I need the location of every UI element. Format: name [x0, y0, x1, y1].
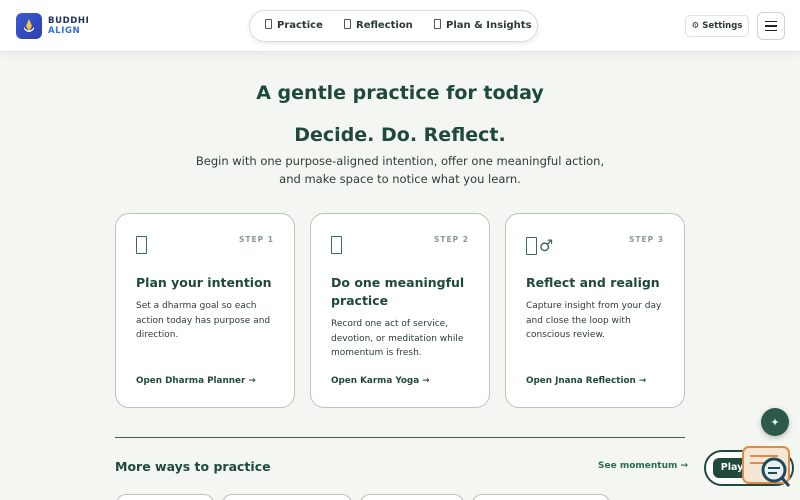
see-momentum-link[interactable]: See momentum →: [598, 461, 688, 471]
step-label: STEP 3: [629, 235, 664, 244]
practice-chip[interactable]: [222, 494, 352, 500]
step-description: Record one act of service, devotion, or …: [331, 319, 464, 358]
open-dharma-planner-link[interactable]: Open Dharma Planner →: [136, 376, 256, 386]
step-title: Reflect and realign: [526, 275, 660, 290]
hamburger-line: [765, 25, 777, 27]
sparkle-icon: ✦: [770, 415, 780, 429]
step-card-plan: STEP 1 Plan your intention Set a dharma …: [115, 213, 295, 408]
open-jnana-reflection-link[interactable]: Open Jnana Reflection →: [526, 376, 646, 386]
hamburger-line: [765, 29, 777, 32]
nav-plan-insights[interactable]: Plan & Insights: [434, 11, 532, 41]
step-description: Capture insight from your day and close …: [526, 301, 662, 340]
reflection-icon: [344, 19, 351, 29]
chat-search-icon[interactable]: [742, 446, 792, 488]
hamburger-icon: [765, 20, 777, 23]
nav-plan-label: Plan & Insights: [446, 20, 532, 31]
hero-description: Begin with one purpose-aligned intention…: [195, 154, 605, 186]
brand-name: BUDDHI ALIGN: [48, 16, 89, 36]
step-description: Set a dharma goal so each action today h…: [136, 301, 271, 340]
top-navigation-bar: BUDDHI ALIGN Practice Reflection Plan & …: [0, 0, 800, 52]
nav-practice[interactable]: Practice: [265, 11, 323, 41]
sparkle-fab-button[interactable]: ✦: [761, 408, 789, 436]
main-nav: Practice Reflection Plan & Insights: [249, 10, 538, 42]
planner-icon: [136, 236, 147, 258]
step-title: Plan your intention: [136, 275, 272, 290]
plan-icon: [434, 19, 441, 29]
step-label: STEP 1: [239, 235, 274, 244]
settings-button[interactable]: ⚙ Settings: [685, 15, 749, 37]
nav-reflection[interactable]: Reflection: [344, 11, 413, 41]
practice-chip[interactable]: [360, 494, 464, 500]
nav-practice-label: Practice: [277, 20, 323, 31]
practice-card-icon: [331, 236, 342, 258]
hero-title: A gentle practice for today: [256, 82, 544, 104]
hero-subtitle: Decide. Do. Reflect.: [294, 124, 506, 146]
settings-label: Settings: [702, 21, 743, 31]
brand-logo[interactable]: BUDDHI ALIGN: [16, 13, 89, 39]
step-label: STEP 2: [434, 235, 469, 244]
practice-chip[interactable]: [116, 494, 214, 500]
nav-reflection-label: Reflection: [356, 20, 413, 31]
more-ways-heading: More ways to practice: [115, 459, 271, 474]
lotus-icon: [16, 13, 42, 39]
practice-chip[interactable]: [472, 494, 610, 500]
step-title: Do one meaningful practice: [331, 275, 465, 308]
section-divider: [115, 437, 685, 438]
brand-line2: ALIGN: [48, 26, 81, 36]
step-card-reflect: ♂ STEP 3 Reflect and realign Capture ins…: [505, 213, 685, 408]
step-card-practice: STEP 2 Do one meaningful practice Record…: [310, 213, 490, 408]
open-karma-yoga-link[interactable]: Open Karma Yoga →: [331, 376, 430, 386]
gear-icon: ⚙: [691, 21, 700, 31]
menu-button[interactable]: [757, 12, 785, 40]
reflect-card-icon: ♂: [526, 236, 553, 259]
brand-line1: BUDDHI: [48, 16, 90, 26]
practice-icon: [265, 19, 272, 29]
